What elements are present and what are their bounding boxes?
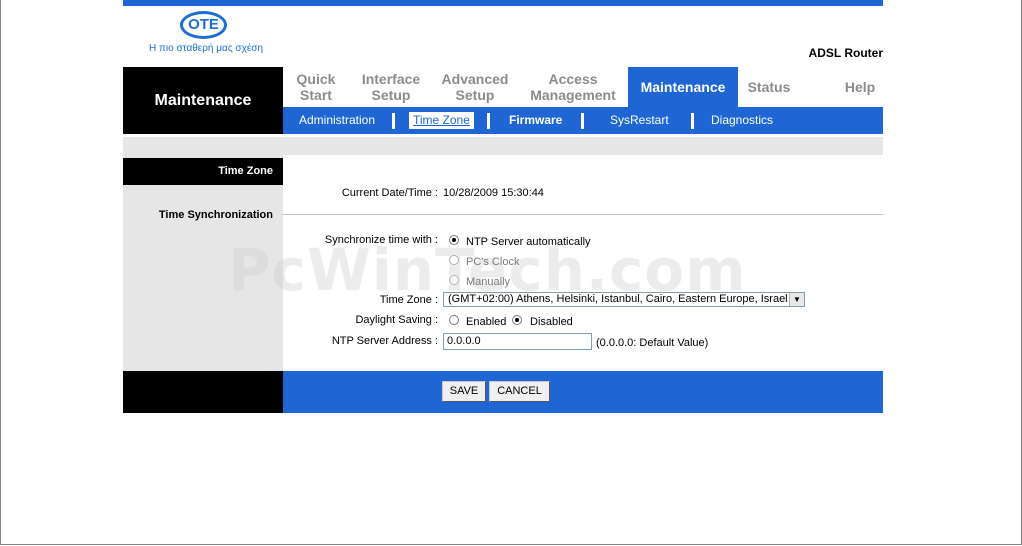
ote-logo: OTE Η πιο σταθερή μας σχέση: [149, 10, 263, 58]
footer-button-bar: [283, 371, 883, 413]
nav-interface-setup[interactable]: Interface Setup: [349, 67, 433, 107]
footer-left-panel: [123, 371, 283, 413]
content-top-band: [123, 137, 883, 155]
sync-ntp-label: NTP Server automatically: [466, 236, 591, 248]
left-section-column: [123, 155, 283, 371]
section-time-sync-header: Time Synchronization: [158, 209, 273, 221]
timezone-select[interactable]: (GMT+02:00) Athens, Helsinki, Istanbul, …: [443, 292, 805, 307]
nav-maintenance[interactable]: Maintenance: [628, 67, 738, 107]
section-time-zone-header: Time Zone: [123, 158, 283, 185]
ntp-hint: (0.0.0.0: Default Value): [596, 337, 709, 349]
top-accent-bar: [123, 0, 883, 6]
subnav-administration[interactable]: Administration: [299, 112, 375, 129]
ntp-label: NTP Server Address :: [331, 335, 438, 347]
sync-ntp-radio[interactable]: [449, 235, 459, 245]
current-datetime-label: Current Date/Time :: [341, 187, 438, 199]
subnav-firmware[interactable]: Firmware: [509, 112, 562, 129]
subnav-separator: [487, 113, 490, 129]
daylight-enabled-radio[interactable]: [449, 315, 459, 325]
subnav-separator: [392, 113, 395, 129]
subnav-time-zone[interactable]: Time Zone: [409, 112, 474, 130]
save-button[interactable]: SAVE: [442, 381, 486, 402]
daylight-label: Daylight Saving :: [355, 314, 438, 326]
sync-label: Synchronize time with :: [324, 234, 438, 246]
timezone-selected-value: (GMT+02:00) Athens, Helsinki, Istanbul, …: [448, 293, 788, 305]
daylight-disabled-radio[interactable]: [512, 315, 522, 325]
nav-help[interactable]: Help: [800, 67, 920, 107]
nav-status[interactable]: Status: [738, 67, 800, 107]
current-datetime-value: 10/28/2009 15:30:44: [443, 187, 544, 199]
daylight-disabled-label: Disabled: [530, 316, 573, 328]
cancel-button[interactable]: CANCEL: [489, 381, 550, 402]
page-title: Maintenance: [123, 67, 283, 134]
subnav-separator: [691, 113, 694, 129]
subnav-separator: [581, 113, 584, 129]
sync-pc-clock-label: PC's Clock: [466, 256, 520, 268]
logo-tagline: Η πιο σταθερή μας σχέση: [149, 43, 264, 54]
section-divider: [283, 214, 883, 215]
sub-nav: Administration Time Zone Firmware SysRes…: [283, 107, 883, 134]
subnav-sysrestart[interactable]: SysRestart: [610, 112, 669, 129]
chevron-down-icon[interactable]: ▼: [789, 293, 804, 306]
daylight-enabled-label: Enabled: [466, 316, 507, 328]
main-nav: Quick Start Interface Setup Advanced Setup …: [283, 67, 883, 107]
timezone-label: Time Zone :: [379, 294, 438, 306]
nav-quick-start[interactable]: Quick Start: [283, 67, 349, 107]
sync-manually-radio[interactable]: [449, 275, 459, 285]
nav-advanced-setup[interactable]: Advanced Setup: [433, 67, 517, 107]
subnav-diagnostics[interactable]: Diagnostics: [711, 112, 773, 129]
product-name: ADSL Router: [808, 46, 883, 60]
ntp-server-input[interactable]: 0.0.0.0: [443, 333, 592, 350]
sync-manually-label: Manually: [466, 276, 511, 288]
logo-mark: OTE: [180, 11, 227, 39]
sync-pc-clock-radio[interactable]: [449, 255, 459, 265]
nav-access-management[interactable]: Access Management: [517, 67, 629, 107]
